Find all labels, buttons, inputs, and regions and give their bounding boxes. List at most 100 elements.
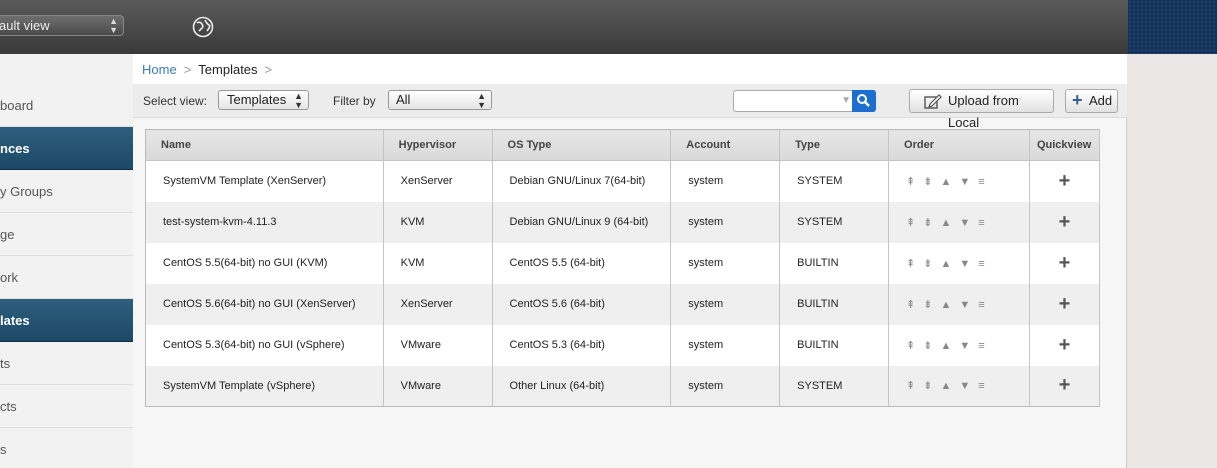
column-header-hypervisor[interactable]: Hypervisor xyxy=(383,129,493,161)
move-down-icon[interactable]: ▼ xyxy=(959,176,970,188)
move-bottom-icon[interactable]: ⇟ xyxy=(923,339,932,352)
sidebar-item-templates[interactable]: lates xyxy=(0,299,133,342)
cell-order: ⇞ ⇟ ▲ ▼ ≡ xyxy=(888,160,1030,202)
column-header-name[interactable]: Name xyxy=(145,129,384,161)
cell-quickview: + xyxy=(1029,365,1101,407)
quickview-plus-icon[interactable]: + xyxy=(1059,334,1071,356)
project-view-select[interactable]: ault view ▲ ▼ xyxy=(0,15,124,36)
move-up-icon[interactable]: ▲ xyxy=(940,217,951,229)
table-row[interactable]: SystemVM Template (vSphere) VMware Other L… xyxy=(145,365,1101,407)
sidebar-item-network[interactable]: ork xyxy=(0,256,133,299)
move-bottom-icon[interactable]: ⇟ xyxy=(923,379,932,392)
move-down-icon[interactable]: ▼ xyxy=(959,299,970,311)
sidebar-item-label: ts xyxy=(0,356,11,371)
sidebar-item-label: y Groups xyxy=(0,184,53,199)
table-row[interactable]: CentOS 5.5(64-bit) no GUI (KVM) KVM CentOS… xyxy=(145,242,1101,284)
table-row[interactable]: CentOS 5.6(64-bit) no GUI (XenServer) Xen… xyxy=(145,283,1101,325)
drag-handle-icon[interactable]: ≡ xyxy=(978,340,984,352)
sidebar-item-instances[interactable]: nces xyxy=(0,127,133,170)
drag-handle-icon[interactable]: ≡ xyxy=(978,176,984,188)
project-view-value: ault view xyxy=(0,18,50,33)
move-top-icon[interactable]: ⇞ xyxy=(906,216,915,229)
sidebar-item-label: board xyxy=(0,98,34,113)
move-up-icon[interactable]: ▲ xyxy=(940,299,951,311)
column-header-account[interactable]: Account xyxy=(670,129,781,161)
sidebar-item-accounts[interactable]: s xyxy=(0,428,133,468)
cell-account: system xyxy=(670,365,781,407)
upload-from-local-button[interactable]: Upload from Local xyxy=(909,89,1054,130)
quickview-plus-icon[interactable]: + xyxy=(1059,293,1071,315)
cell-quickview: + xyxy=(1029,242,1101,284)
move-top-icon[interactable]: ⇞ xyxy=(906,339,915,352)
move-bottom-icon[interactable]: ⇟ xyxy=(923,257,932,270)
cell-hypervisor: KVM xyxy=(383,242,493,284)
move-bottom-icon[interactable]: ⇟ xyxy=(923,216,932,229)
search-input[interactable] xyxy=(737,93,837,109)
drag-handle-icon[interactable]: ≡ xyxy=(978,217,984,229)
table-row[interactable]: CentOS 5.3(64-bit) no GUI (vSphere) VMwar… xyxy=(145,324,1101,366)
sidebar-item-projects[interactable]: cts xyxy=(0,385,133,428)
column-header-os-type[interactable]: OS Type xyxy=(492,129,672,161)
quickview-plus-icon[interactable]: + xyxy=(1059,170,1071,192)
globe-icon[interactable] xyxy=(192,16,214,38)
cell-type: SYSTEM xyxy=(779,160,890,202)
search-dropdown-icon[interactable]: ▼ xyxy=(841,95,851,106)
select-view-label: Select view: xyxy=(143,94,208,108)
quickview-plus-icon[interactable]: + xyxy=(1059,211,1071,233)
cell-account: system xyxy=(670,242,781,284)
cell-name: test-system-kvm-4.11.3 xyxy=(145,201,384,243)
sidebar-item-events[interactable]: ts xyxy=(0,342,133,385)
select-view-dropdown[interactable]: Templates ▲ ▼ xyxy=(218,90,309,110)
cell-hypervisor: XenServer xyxy=(383,160,493,202)
filter-by-dropdown[interactable]: All ▲ ▼ xyxy=(388,90,492,110)
move-bottom-icon[interactable]: ⇟ xyxy=(923,175,932,188)
quickview-plus-icon[interactable]: + xyxy=(1059,374,1071,396)
move-up-icon[interactable]: ▲ xyxy=(940,176,951,188)
move-up-icon[interactable]: ▲ xyxy=(940,340,951,352)
cell-hypervisor: XenServer xyxy=(383,283,493,325)
column-header-order[interactable]: Order xyxy=(888,129,1030,161)
cell-type: BUILTIN xyxy=(779,324,890,366)
column-header-type[interactable]: Type xyxy=(779,129,890,161)
drag-handle-icon[interactable]: ≡ xyxy=(978,380,984,392)
move-down-icon[interactable]: ▼ xyxy=(959,217,970,229)
move-up-icon[interactable]: ▲ xyxy=(940,258,951,270)
cell-order: ⇞ ⇟ ▲ ▼ ≡ xyxy=(888,283,1030,325)
plus-icon: + xyxy=(1072,90,1083,110)
move-top-icon[interactable]: ⇞ xyxy=(906,298,915,311)
sidebar-item-storage[interactable]: ge xyxy=(0,213,133,256)
toolbar: Select view: Templates ▲ ▼ Filter by All … xyxy=(133,84,1127,130)
move-down-icon[interactable]: ▼ xyxy=(959,380,970,392)
move-down-icon[interactable]: ▼ xyxy=(959,258,970,270)
breadcrumb-current[interactable]: Templates xyxy=(198,62,257,77)
quickview-plus-icon[interactable]: + xyxy=(1059,252,1071,274)
cell-hypervisor: VMware xyxy=(383,324,493,366)
move-top-icon[interactable]: ⇞ xyxy=(906,257,915,270)
drag-handle-icon[interactable]: ≡ xyxy=(978,258,984,270)
sidebar-item-label: ge xyxy=(0,227,15,242)
breadcrumb-home[interactable]: Home xyxy=(142,62,177,77)
column-header-quickview[interactable]: Quickview xyxy=(1029,129,1101,161)
cell-type: BUILTIN xyxy=(779,283,890,325)
table-row[interactable]: test-system-kvm-4.11.3 KVM Debian GNU/Linu… xyxy=(145,201,1101,243)
cell-os-type: Debian GNU/Linux 9 (64-bit) xyxy=(492,201,672,243)
move-up-icon[interactable]: ▲ xyxy=(940,380,951,392)
move-down-icon[interactable]: ▼ xyxy=(959,340,970,352)
cell-type: SYSTEM xyxy=(779,201,890,243)
cell-type: SYSTEM xyxy=(779,365,890,407)
breadcrumb-separator: > xyxy=(183,62,192,77)
cell-name: CentOS 5.3(64-bit) no GUI (vSphere) xyxy=(145,324,384,366)
drag-handle-icon[interactable]: ≡ xyxy=(978,299,984,311)
sidebar-item-dashboard[interactable]: board xyxy=(0,84,133,127)
search-button[interactable] xyxy=(852,90,876,112)
move-top-icon[interactable]: ⇞ xyxy=(906,379,915,392)
cell-os-type: CentOS 5.6 (64-bit) xyxy=(492,283,672,325)
sidebar-item-label: cts xyxy=(0,399,17,414)
add-button[interactable]: + Add xyxy=(1065,89,1118,113)
filter-by-value: All xyxy=(396,92,411,107)
table-row[interactable]: SystemVM Template (XenServer) XenServer De… xyxy=(145,160,1101,202)
sidebar-item-affinity-groups[interactable]: y Groups xyxy=(0,170,133,213)
move-bottom-icon[interactable]: ⇟ xyxy=(923,298,932,311)
cell-name: SystemVM Template (XenServer) xyxy=(145,160,384,202)
move-top-icon[interactable]: ⇞ xyxy=(906,175,915,188)
